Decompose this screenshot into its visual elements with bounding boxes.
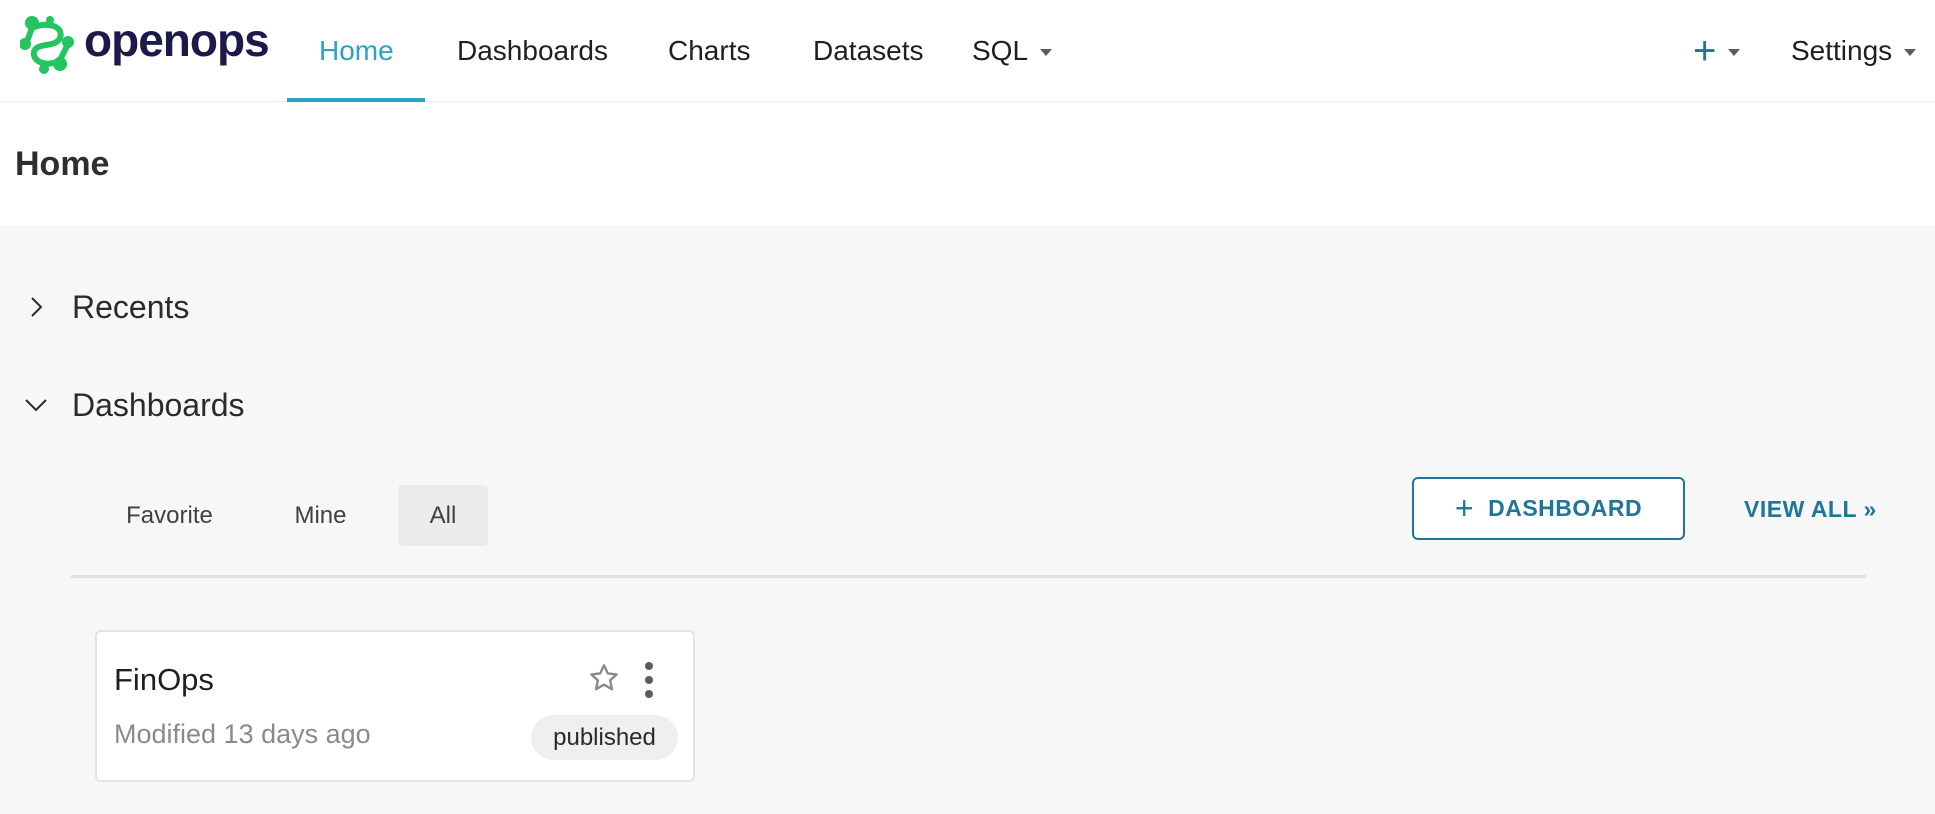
nav-home[interactable]: Home: [319, 0, 394, 102]
nav-charts[interactable]: Charts: [668, 0, 750, 102]
dot: [645, 690, 653, 698]
tab-all[interactable]: All: [398, 485, 488, 546]
status-badge: published: [531, 715, 678, 760]
top-navigation: openops Home Dashboards Charts Datasets …: [0, 0, 1935, 102]
new-item-menu[interactable]: +: [1693, 0, 1741, 102]
nav-sql-menu[interactable]: SQL: [972, 0, 1053, 102]
recents-section-label: Recents: [72, 288, 190, 325]
caret-down-icon: [1040, 48, 1053, 56]
plus-icon: +: [1454, 489, 1475, 526]
dashboard-card-modified: Modified 13 days ago: [114, 719, 371, 749]
nav-dashboards[interactable]: Dashboards: [457, 0, 608, 102]
brand-logo[interactable]: openops: [20, 14, 270, 74]
tab-mine[interactable]: Mine: [275, 485, 366, 546]
nav-sql-label: SQL: [972, 35, 1029, 66]
settings-menu[interactable]: Settings: [1791, 0, 1917, 102]
add-dashboard-label: DASHBOARD: [1488, 495, 1643, 521]
recents-section-toggle[interactable]: Recents: [0, 287, 189, 327]
vertical-dots-icon[interactable]: [637, 660, 661, 700]
openops-logo-icon: [20, 14, 74, 74]
caret-down-icon: [1728, 48, 1741, 56]
chevron-right-icon: [0, 296, 72, 318]
page-title: Home: [15, 145, 110, 183]
tab-favorite[interactable]: Favorite: [111, 485, 228, 546]
view-all-link[interactable]: VIEW ALL »: [1744, 492, 1877, 526]
settings-label: Settings: [1791, 35, 1893, 66]
nav-datasets[interactable]: Datasets: [813, 0, 924, 102]
dashboard-card[interactable]: FinOps Modified 13 days ago published: [95, 630, 695, 782]
caret-down-icon: [1904, 48, 1917, 56]
dashboards-section-label: Dashboards: [72, 386, 245, 423]
dot: [645, 662, 653, 670]
add-dashboard-button[interactable]: + DASHBOARD: [1412, 477, 1685, 540]
page-header: Home: [0, 103, 1935, 225]
brand-name: openops: [84, 14, 270, 66]
star-icon[interactable]: [588, 662, 620, 699]
dashboards-section-toggle[interactable]: Dashboards: [0, 385, 245, 425]
plus-icon: +: [1693, 29, 1717, 73]
dot: [645, 676, 653, 684]
section-divider: [71, 575, 1866, 578]
chevron-down-icon: [0, 397, 72, 413]
dashboard-card-title[interactable]: FinOps: [114, 662, 214, 698]
active-tab-indicator: [287, 98, 425, 102]
